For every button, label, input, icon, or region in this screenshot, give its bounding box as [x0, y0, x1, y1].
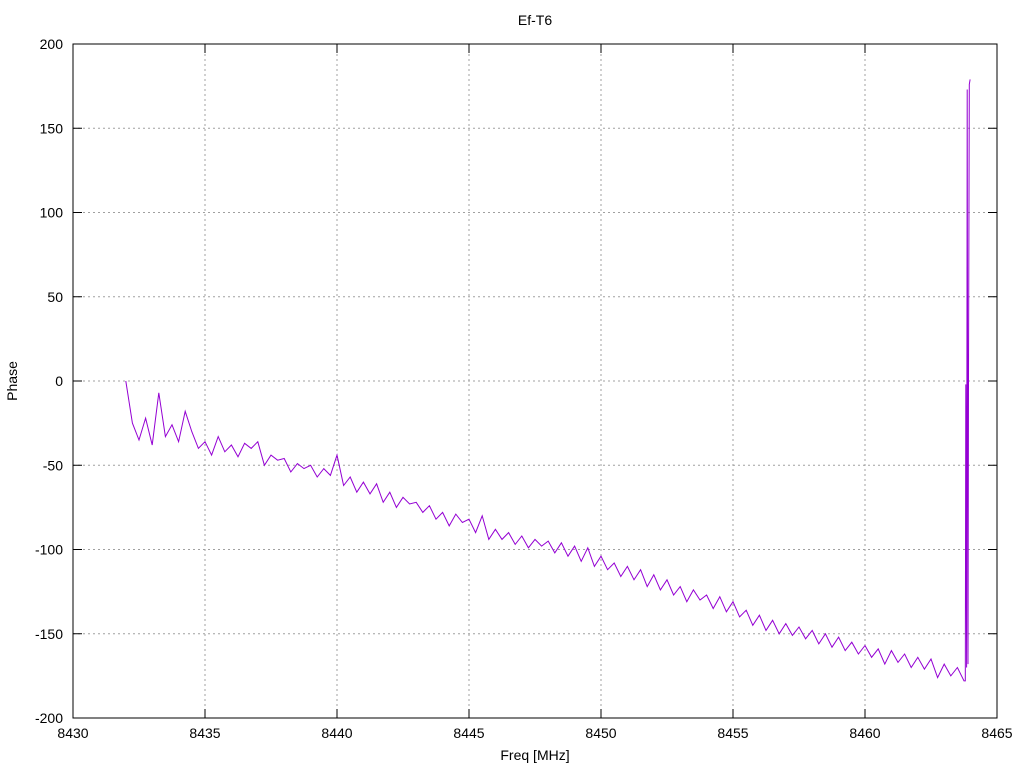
- x-tick-label: 8465: [981, 725, 1012, 741]
- y-tick-label: -150: [35, 626, 63, 642]
- series-line-phase: [125, 79, 971, 682]
- y-tick-label: 0: [55, 373, 63, 389]
- y-tick-label: -200: [35, 710, 63, 726]
- y-tick-label: 200: [40, 36, 64, 52]
- chart-title: Ef-T6: [518, 12, 552, 28]
- x-tick-label: 8460: [849, 725, 880, 741]
- x-tick-label: 8435: [189, 725, 220, 741]
- x-tick-label: 8440: [321, 725, 352, 741]
- phase-chart: 8430 8435 8440 8445 8450 8455 8460 8465 -200 -150…: [4, 12, 1013, 763]
- y-tick-label: 150: [40, 120, 64, 136]
- x-tick-label: 8445: [453, 725, 484, 741]
- x-tick-label: 8430: [57, 725, 88, 741]
- y-tick-label: -100: [35, 542, 63, 558]
- y-tick-label: 100: [40, 205, 64, 221]
- x-axis-label: Freq [MHz]: [500, 747, 569, 763]
- ticks: 8430 8435 8440 8445 8450 8455 8460 8465 -200 -150…: [35, 36, 1013, 741]
- grid: [73, 44, 997, 718]
- y-tick-label: -50: [43, 457, 63, 473]
- x-tick-label: 8450: [585, 725, 616, 741]
- y-axis-label: Phase: [4, 361, 20, 401]
- y-tick-label: 50: [47, 289, 63, 305]
- x-tick-label: 8455: [717, 725, 748, 741]
